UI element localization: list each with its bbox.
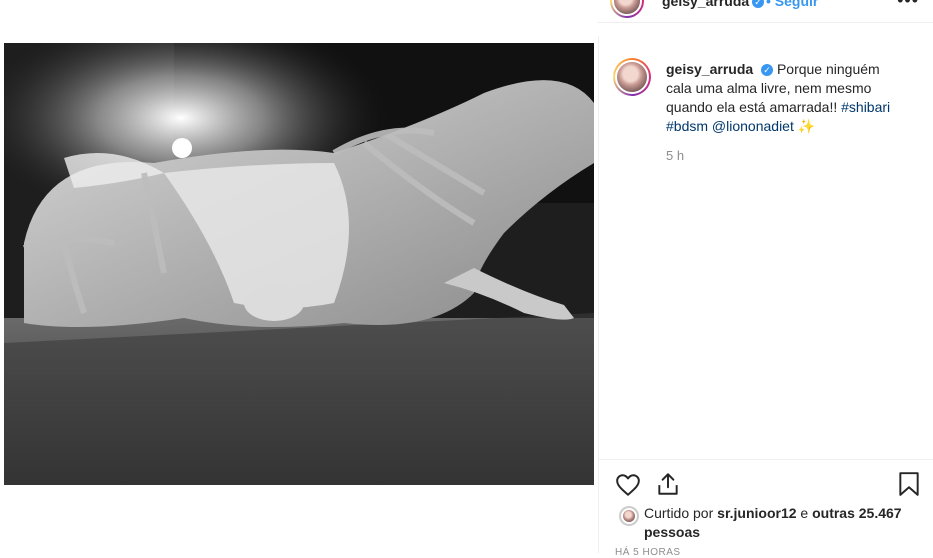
post-header: geisy_arruda ✓ • Seguir ••• — [598, 0, 933, 23]
caption-username[interactable]: geisy_arruda — [666, 61, 753, 77]
post-photo — [4, 43, 594, 485]
likes-connector: e — [800, 505, 809, 521]
share-icon[interactable] — [655, 471, 681, 497]
follow-label: Seguir — [774, 0, 819, 9]
likes-prefix: Curtido por — [644, 505, 714, 521]
verified-badge-icon: ✓ — [761, 64, 774, 77]
post-image[interactable] — [4, 43, 594, 485]
actions-divider — [599, 459, 933, 460]
follow-button[interactable]: • Seguir — [766, 0, 818, 9]
heart-icon[interactable] — [615, 472, 641, 498]
caption-time[interactable]: 5 h — [666, 148, 684, 163]
more-options-icon[interactable]: ••• — [897, 0, 919, 11]
likes-summary: Curtido por sr.junioor12 e outras 25.467… — [644, 504, 924, 542]
sparkles-emoji: ✨ — [797, 118, 816, 134]
liker-avatar[interactable] — [619, 506, 639, 526]
caption-avatar[interactable] — [613, 58, 651, 96]
bookmark-icon[interactable] — [898, 471, 920, 497]
post-sidebar: geisy_arruda ✓ Porque ninguém cala uma a… — [598, 36, 933, 558]
header-username[interactable]: geisy_arruda — [662, 0, 749, 9]
hashtag-bdsm[interactable]: #bdsm — [666, 118, 708, 134]
header-avatar[interactable] — [610, 0, 644, 18]
mention-link[interactable]: @liononadiet — [712, 118, 794, 134]
post-caption: geisy_arruda ✓ Porque ninguém cala uma a… — [666, 60, 906, 136]
verified-badge-icon: ✓ — [752, 0, 764, 8]
hashtag-shibari[interactable]: #shibari — [841, 99, 890, 115]
liker-username[interactable]: sr.junioor12 — [717, 505, 796, 521]
